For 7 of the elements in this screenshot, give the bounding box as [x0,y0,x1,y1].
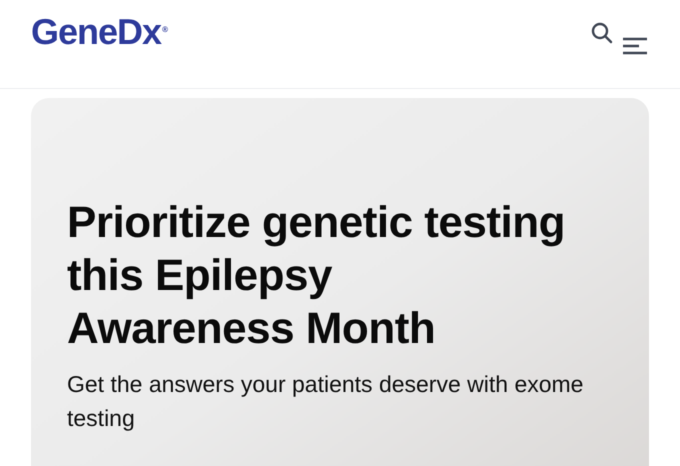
registered-mark: ® [162,26,167,34]
search-icon[interactable] [591,22,613,44]
hero-title: Prioritize genetic testing this Epilepsy Awareness Month [67,197,566,355]
menu-icon[interactable] [623,37,647,55]
hero-subtitle: Get the answers your patients deserve with exome testing [67,370,584,433]
genedx-logo[interactable]: GeneDx® [31,14,167,50]
logo-text: GeneDx [31,14,162,50]
